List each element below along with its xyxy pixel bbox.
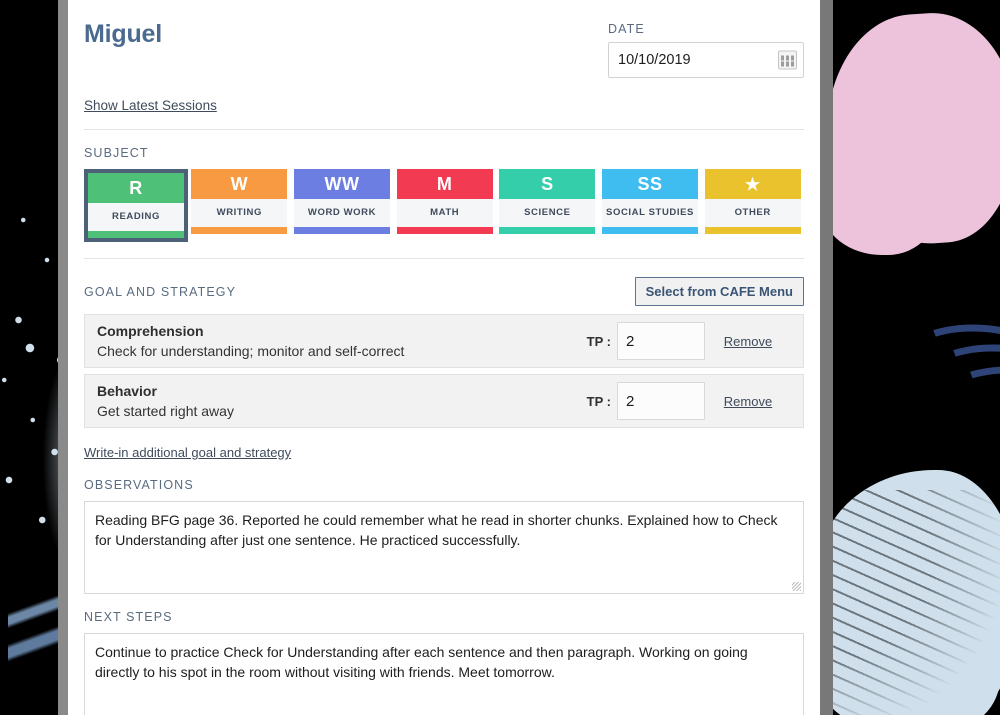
goal-title: Comprehension <box>97 322 204 339</box>
left-gray-strip <box>58 0 68 715</box>
goal-text: Comprehension Check for understanding; mo… <box>97 321 587 362</box>
subject-abbr: M <box>396 169 493 199</box>
subject-card-accent-bar <box>294 227 390 234</box>
subject-card-label: WORD WORK <box>294 199 390 227</box>
next-steps-label: NEXT STEPS <box>84 610 173 624</box>
goal-row: Comprehension Check for understanding; mo… <box>84 314 804 368</box>
date-label: DATE <box>608 22 645 36</box>
fan-stroke-texture <box>830 490 1000 715</box>
select-from-cafe-menu-button[interactable]: Select from CAFE Menu <box>634 277 804 306</box>
goal-list: Comprehension Check for understanding; mo… <box>84 314 804 428</box>
subject-card-accent-bar <box>704 227 801 234</box>
date-value: 10/10/2019 <box>618 52 691 68</box>
subject-card-label: SCIENCE <box>499 199 596 227</box>
divider <box>84 129 804 130</box>
subject-section-label: SUBJECT <box>84 146 149 160</box>
subject-card-body[interactable]: M MATH <box>396 169 493 234</box>
right-gray-strip <box>820 0 833 715</box>
star-icon: ★ <box>704 169 801 199</box>
date-input[interactable]: 10/10/2019 <box>608 42 804 78</box>
subject-card-body[interactable]: ★ OTHER <box>704 169 801 234</box>
subject-card-accent-bar <box>602 227 699 234</box>
subject-card-body[interactable]: W WRITING <box>191 169 288 234</box>
show-latest-sessions-link[interactable]: Show Latest Sessions <box>84 98 217 113</box>
subject-abbr: R <box>88 173 184 203</box>
subject-card-word-work[interactable]: WW WORD WORK <box>291 169 394 242</box>
conference-note-panel: Miguel DATE 10/10/2019 Show Latest Sessi… <box>68 0 820 715</box>
subject-card-label: WRITING <box>191 199 288 227</box>
tp-input[interactable] <box>617 322 705 360</box>
subject-card-math[interactable]: M MATH <box>393 169 496 242</box>
observations-textarea[interactable] <box>84 501 804 594</box>
tp-label: TP : <box>586 393 611 409</box>
subject-abbr: WW <box>294 169 390 199</box>
pink-brush-stroke-secondary <box>822 150 942 255</box>
subject-abbr: W <box>191 169 288 199</box>
write-in-goal-link[interactable]: Write-in additional goal and strategy <box>84 445 291 460</box>
subject-abbr: SS <box>602 169 699 199</box>
tp-input[interactable] <box>617 382 705 420</box>
goal-description: Check for understanding; monitor and sel… <box>97 343 405 359</box>
subject-card-reading[interactable]: R READING <box>84 169 188 242</box>
goal-description: Get started right away <box>97 403 234 419</box>
goal-section-label: GOAL AND STRATEGY <box>84 284 237 299</box>
subject-card-body[interactable]: R READING <box>84 169 188 242</box>
observations-label: OBSERVATIONS <box>84 478 194 492</box>
remove-goal-link[interactable]: Remove <box>705 394 791 409</box>
subject-card-accent-bar <box>499 227 596 234</box>
subject-abbr: S <box>499 169 596 199</box>
page-title: Miguel <box>84 20 162 48</box>
divider <box>84 258 804 259</box>
subject-card-label: SOCIAL STUDIES <box>602 199 699 227</box>
subject-card-body[interactable]: WW WORD WORK <box>294 169 390 234</box>
subject-card-accent-bar <box>191 227 288 234</box>
tp-label: TP : <box>586 333 611 349</box>
goal-row: Behavior Get started right away TP : Remove <box>84 374 804 428</box>
subject-card-other[interactable]: ★ OTHER <box>701 169 804 242</box>
subject-card-label: READING <box>88 203 184 231</box>
observations-block: OBSERVATIONS <box>84 478 804 594</box>
subject-selector: R READING W WRITING WW WORD WORK M MATH S SCIENCE… <box>84 169 804 242</box>
subject-card-body[interactable]: SS SOCIAL STUDIES <box>602 169 699 234</box>
subject-card-accent-bar <box>88 231 184 238</box>
subject-card-writing[interactable]: W WRITING <box>188 169 291 242</box>
date-block: DATE 10/10/2019 <box>608 22 804 78</box>
remove-goal-link[interactable]: Remove <box>705 334 791 349</box>
goal-section-header: GOAL AND STRATEGY Select from CAFE Menu <box>84 277 804 306</box>
subject-card-science[interactable]: S SCIENCE <box>496 169 599 242</box>
calendar-icon[interactable] <box>778 50 797 70</box>
next-steps-textarea[interactable] <box>84 633 804 715</box>
subject-card-social-studies[interactable]: SS SOCIAL STUDIES <box>599 169 702 242</box>
header: Miguel DATE 10/10/2019 <box>84 0 804 78</box>
goal-text: Behavior Get started right away <box>97 381 587 422</box>
subject-card-body[interactable]: S SCIENCE <box>499 169 596 234</box>
subject-card-label: OTHER <box>704 199 801 227</box>
subject-card-accent-bar <box>396 227 493 234</box>
subject-card-label: MATH <box>396 199 493 227</box>
goal-title: Behavior <box>97 382 157 399</box>
next-steps-block: NEXT STEPS <box>84 610 804 715</box>
